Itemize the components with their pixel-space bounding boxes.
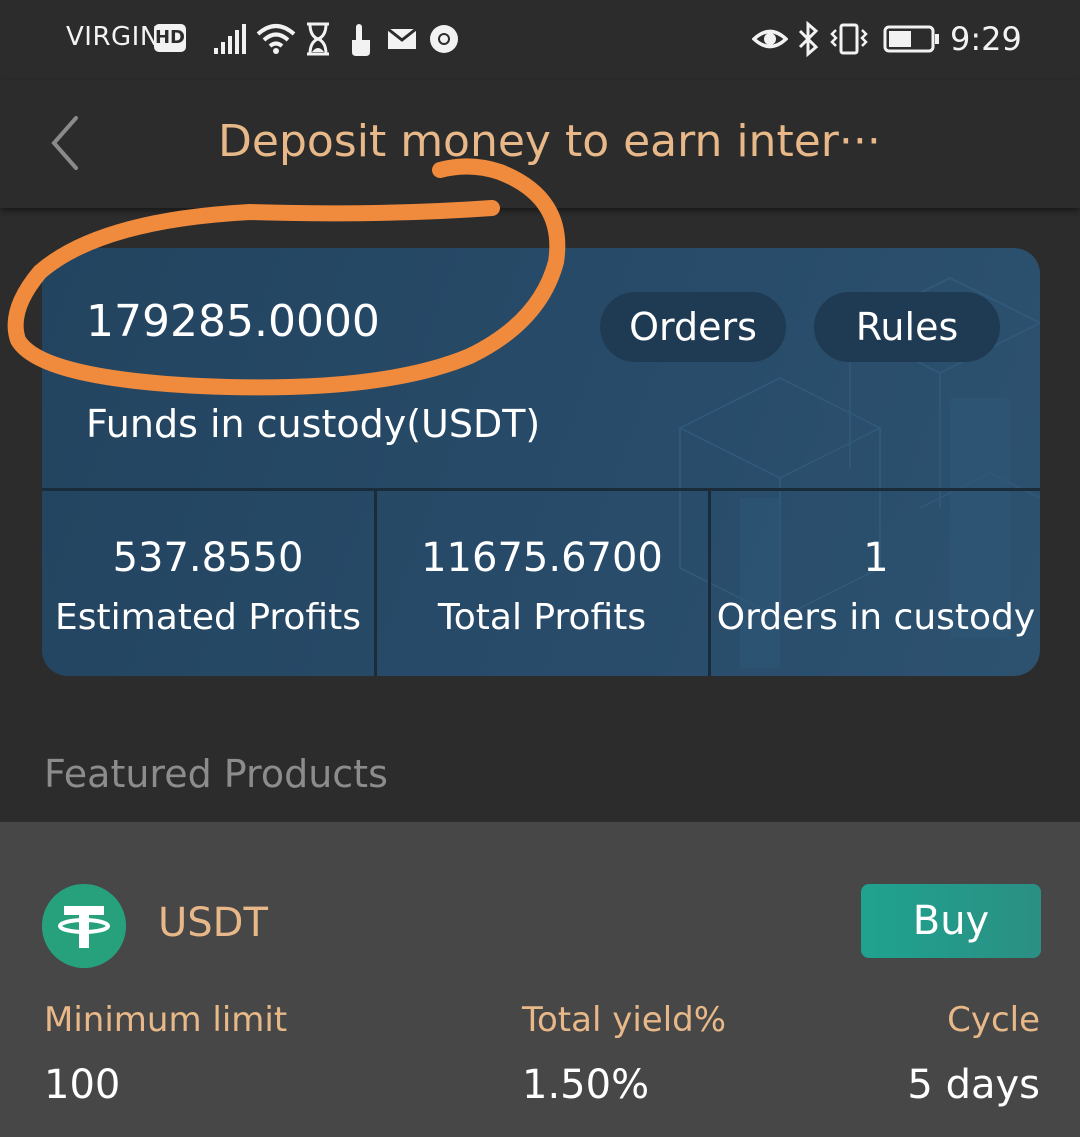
bluetooth-icon [798, 20, 819, 58]
total-profits-stat: 11675.6700 Total Profits [376, 491, 708, 676]
cycle-label: Cycle [947, 1000, 1040, 1040]
estimated-profits-stat: 537.8550 Estimated Profits [42, 491, 374, 676]
rules-button[interactable]: Rules [814, 292, 1000, 362]
touch-icon [352, 24, 370, 56]
chevron-left-icon[interactable] [40, 110, 100, 176]
clock: 9:29 [950, 20, 1022, 58]
minimum-limit-label: Minimum limit [44, 1000, 288, 1040]
total-yield-label: Total yield% [522, 1000, 727, 1040]
orders-button[interactable]: Orders [600, 292, 786, 362]
funds-in-custody-value: 179285.0000 [86, 296, 380, 347]
cycle-value: 5 days [907, 1062, 1040, 1108]
eye-icon [752, 29, 788, 49]
page-header: Deposit money to earn inter··· [0, 80, 1080, 208]
minimum-limit-value: 100 [44, 1062, 121, 1108]
signal-icon [214, 24, 246, 54]
page-title: Deposit money to earn inter··· [218, 116, 881, 167]
hourglass-icon [307, 22, 329, 56]
status-bar: VIRGIN HD 9:29 [0, 0, 1080, 80]
orders-in-custody-value: 1 [863, 535, 889, 581]
carrier-label: VIRGIN [66, 22, 160, 52]
total-profits-value: 11675.6700 [421, 535, 663, 581]
coin-name: USDT [158, 900, 268, 946]
funds-in-custody-label: Funds in custody(USDT) [86, 402, 541, 446]
featured-products-title: Featured Products [44, 752, 388, 796]
battery-icon [883, 25, 939, 53]
product-card[interactable]: USDT Buy Minimum limit Total yield% Cycl… [0, 822, 1080, 1137]
chrome-icon [430, 25, 458, 53]
vibrate-icon [830, 23, 868, 55]
mail-icon [387, 27, 417, 49]
estimated-profits-label: Estimated Profits [55, 597, 361, 638]
hd-badge: HD [154, 24, 186, 52]
tether-icon [42, 884, 126, 968]
custody-summary-card: 179285.0000 Funds in custody(USDT) Order… [42, 248, 1040, 676]
orders-in-custody-label: Orders in custody [716, 597, 1036, 638]
buy-button[interactable]: Buy [861, 884, 1041, 958]
orders-in-custody-stat: 1 Orders in custody [710, 491, 1040, 676]
estimated-profits-value: 537.8550 [112, 535, 304, 581]
total-yield-value: 1.50% [522, 1062, 650, 1108]
total-profits-label: Total Profits [437, 597, 647, 638]
wifi-icon [256, 24, 296, 54]
